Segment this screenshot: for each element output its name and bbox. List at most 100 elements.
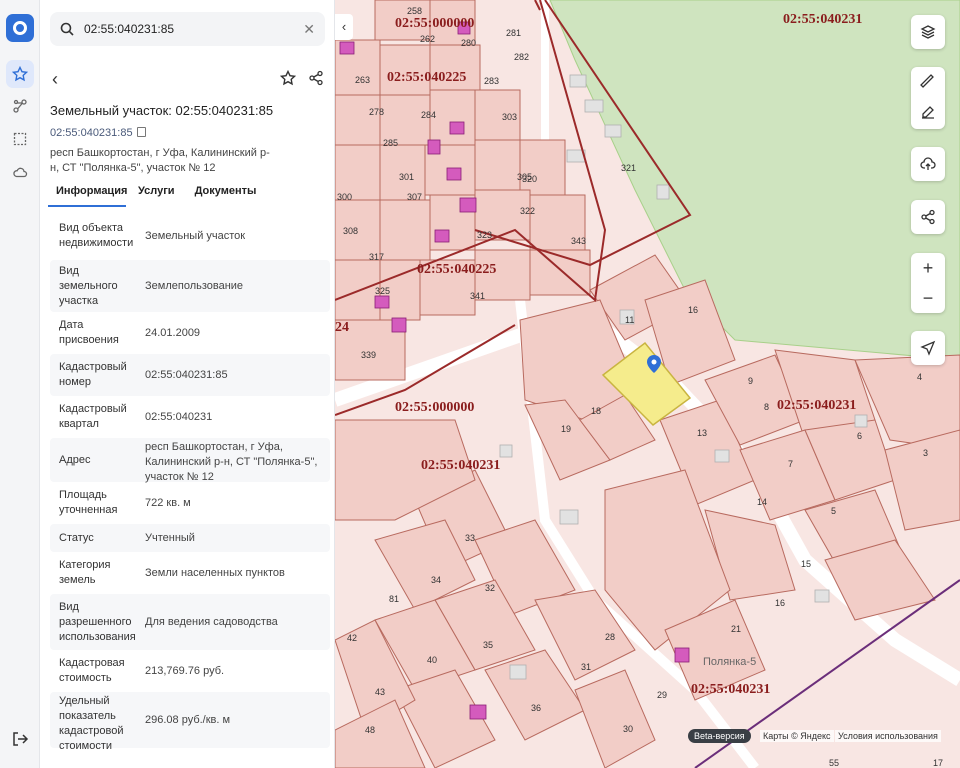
plot-number-label: 40 [427, 655, 438, 665]
plot-number-label: 321 [621, 163, 637, 173]
plot-number-label: 262 [420, 34, 436, 44]
plot-number-label: 29 [657, 690, 668, 700]
cadastral-quarter-label: 02:55:040231 [777, 398, 857, 413]
terms-link[interactable]: Условия использования [835, 730, 941, 742]
plot-number-label: 55 [829, 758, 840, 768]
plot-number-label: 343 [571, 236, 587, 246]
plot-number-label: 19 [561, 424, 572, 434]
plot-number-label: 4 [917, 372, 923, 382]
search-icon [60, 22, 74, 36]
property-row: Дата присвоения 24.01.2009 [50, 312, 330, 354]
share-icon [921, 209, 935, 225]
map-copyright[interactable]: Карты © Яндекс [760, 730, 834, 742]
property-value: Учтенный [145, 531, 195, 544]
info-panel: ✕ ‹ Земельный участок: 02:55:040231:85 0… [40, 0, 335, 768]
property-label: Дата присвоения [59, 319, 119, 346]
plot-number-label: 263 [355, 75, 371, 85]
property-value: Землепользование [145, 279, 244, 292]
beta-badge: Beta-версия [688, 729, 751, 743]
properties-table: Вид объекта недвижимости Земельный участо… [50, 212, 330, 752]
search-input[interactable] [84, 22, 304, 36]
cloud-upload-icon [920, 157, 936, 170]
cadastral-quarter-label: 02:55:040225 [417, 262, 497, 277]
plot-number-label: 48 [365, 725, 376, 735]
object-title: Земельный участок: 02:55:040231:85 [50, 103, 274, 118]
property-value: 24.01.2009 [145, 326, 201, 339]
cloud-icon[interactable] [6, 158, 34, 186]
edit-button[interactable] [911, 97, 945, 127]
zoom-controls: + − [911, 253, 945, 313]
plot-number-label: 301 [399, 172, 415, 182]
share-icon[interactable] [308, 70, 324, 86]
street-label: Полянка-5 [703, 656, 757, 668]
ruler-icon [920, 74, 934, 88]
upload-button[interactable] [911, 147, 945, 181]
plot-number-label: 42 [347, 633, 358, 643]
copy-icon[interactable] [136, 127, 146, 137]
layers-button[interactable] [911, 15, 945, 49]
left-rail [0, 0, 40, 768]
clear-search-icon[interactable]: ✕ [303, 21, 315, 38]
collapse-panel-button[interactable]: ‹ [335, 14, 353, 40]
property-row: Адрес респ Башкортостан, г Уфа, Калининск… [50, 438, 330, 483]
plot-number-label: 31 [581, 662, 592, 672]
plot-number-label: 21 [731, 624, 742, 634]
cad-number-link[interactable]: 02:55:040231:85 [50, 127, 146, 139]
zoom-in-button[interactable]: + [911, 253, 945, 283]
share-map-button[interactable] [911, 200, 945, 234]
plot-number-label: 28 [605, 632, 616, 642]
plot-number-label: 9 [748, 376, 754, 386]
plot-number-label: 16 [775, 598, 786, 608]
cadastral-quarter-label: 02:55:040231 [691, 682, 771, 697]
property-value: 02:55:040231 [145, 410, 213, 423]
star-icon[interactable] [280, 70, 296, 86]
plot-number-label: 307 [407, 192, 423, 202]
navigation-arrow-icon [920, 340, 936, 356]
plot-number-label: 14 [757, 497, 768, 507]
cadastral-quarter-label: 02:55:000000 [395, 16, 475, 31]
property-label: Вид разрешенного использования [59, 600, 136, 643]
zoom-out-button[interactable]: − [911, 283, 945, 313]
app-logo[interactable] [6, 14, 34, 42]
edit-icon [922, 106, 934, 119]
tab-documents[interactable]: Документы [187, 180, 265, 207]
plot-number-label: 282 [514, 52, 530, 62]
plot-number-label: 7 [788, 459, 794, 469]
plot-number-label: 284 [421, 110, 437, 120]
property-value: 296.08 руб./кв. м [145, 713, 231, 726]
search-bar: ✕ [50, 12, 325, 46]
route-icon[interactable] [6, 92, 34, 120]
property-row: Вид объекта недвижимости Земельный участо… [50, 212, 330, 260]
plot-number-label: 325 [375, 286, 391, 296]
plot-number-label: 300 [337, 192, 353, 202]
property-value: 02:55:040231:85 [145, 368, 228, 381]
plot-number-label: 33 [465, 533, 476, 543]
select-area-icon[interactable] [6, 125, 34, 153]
property-value: 213,769.76 руб. [145, 664, 225, 677]
cad-number[interactable]: 02:55:040231:85 [50, 127, 133, 139]
property-label: Кадастровый квартал [59, 403, 127, 430]
plot-number-label: 15 [801, 559, 812, 569]
plot-number-label: 341 [470, 291, 486, 301]
locate-button[interactable] [911, 331, 945, 365]
plot-number-label: 285 [383, 138, 399, 148]
plot-number-label: 34 [431, 575, 442, 585]
tab-services[interactable]: Услуги [130, 180, 183, 207]
tab-info[interactable]: Информация [48, 180, 127, 207]
logout-icon[interactable] [11, 730, 29, 748]
plot-number-label: 5 [831, 506, 837, 516]
map[interactable]: 02:55:000000 02:55:040225 02:55:040231 02:5… [335, 0, 960, 768]
property-label: Площадь уточненная [59, 489, 118, 516]
plot-number-label: 278 [369, 107, 385, 117]
favorites-icon[interactable] [6, 60, 34, 88]
property-value: Земли населенных пунктов [145, 566, 285, 579]
cadastral-quarter-label: 02:55:040225 [387, 70, 467, 85]
ruler-button[interactable] [911, 67, 945, 97]
back-button[interactable]: ‹ [52, 68, 74, 92]
plot-number-label: 43 [375, 687, 386, 697]
plot-number-label: 11 [625, 315, 635, 325]
cadastral-quarter-label: 02:55:000000 [395, 400, 475, 415]
property-row: Кадастровый номер 02:55:040231:85 [50, 354, 330, 396]
plot-number-label: 303 [502, 112, 518, 122]
plot-number-label: 18 [591, 406, 602, 416]
